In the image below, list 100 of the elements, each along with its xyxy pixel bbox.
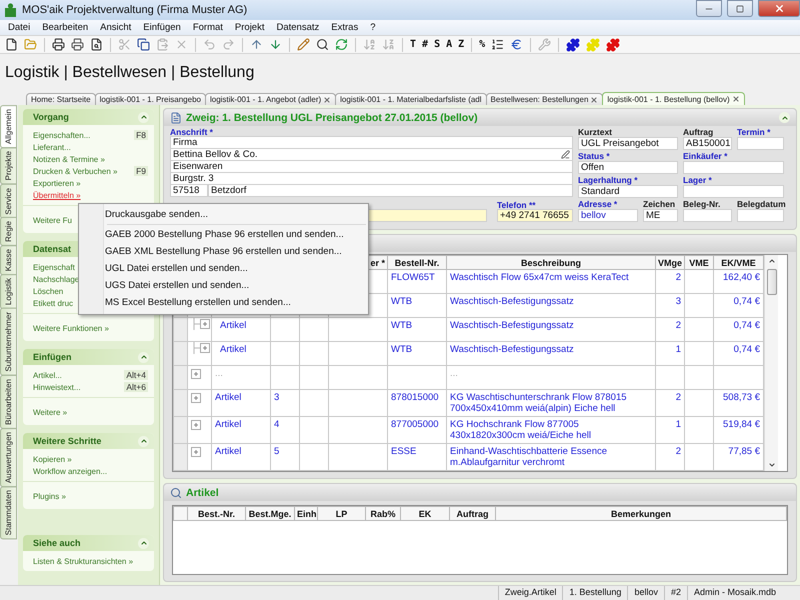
menu-item[interactable]: MS Excel Bestellung erstellen und senden... (79, 294, 368, 311)
search-icon[interactable] (316, 38, 329, 51)
task-link[interactable]: Workflow anzeigen... (33, 466, 108, 476)
side-tab[interactable]: Stammdaten (0, 486, 17, 540)
menu-item[interactable]: Datensatz (270, 22, 326, 33)
maximize-button[interactable] (727, 0, 753, 17)
collapse-icon[interactable] (138, 436, 149, 446)
printer-icon[interactable] (52, 38, 65, 51)
group-header[interactable]: Weitere Schritte (23, 433, 154, 449)
toolbar-button[interactable]: S (432, 36, 442, 52)
input-field[interactable]: Betzdorf (208, 184, 573, 197)
pen-icon[interactable] (561, 150, 570, 159)
input-field[interactable]: +49 2741 76655 (497, 209, 573, 222)
scroll-down-icon[interactable] (768, 461, 776, 469)
column-header[interactable]: EK/VME (714, 256, 764, 270)
column-header[interactable]: VME (684, 256, 714, 270)
column-header[interactable]: EK (400, 506, 450, 520)
side-tab[interactable]: Regie (0, 217, 17, 246)
task-link[interactable]: Listen & Strukturansichten » (33, 556, 134, 566)
task-link[interactable]: Notizen & Termine » (33, 154, 105, 164)
input-field[interactable]: ME (643, 209, 678, 222)
side-tab[interactable]: Subunternehmer (0, 308, 17, 376)
side-tab[interactable]: Kasse (0, 245, 17, 276)
collapse-icon[interactable] (138, 352, 149, 362)
copy-icon[interactable] (137, 38, 150, 51)
document-tab[interactable]: logistik-001 - 1. Preisangebo (94, 93, 206, 105)
folder-icon[interactable] (24, 38, 37, 51)
input-field[interactable] (683, 185, 784, 198)
document-tab[interactable]: logistik-001 - 1. Bestellung (bellov) (602, 92, 745, 105)
input-field[interactable] (683, 161, 784, 174)
puzzle-icon[interactable] (606, 38, 620, 52)
column-header[interactable]: Best.Mge. (246, 506, 294, 520)
task-link[interactable]: Löschen (33, 286, 64, 296)
numbering-icon[interactable] (491, 38, 504, 51)
side-tab[interactable]: Logistik (0, 274, 17, 310)
task-link[interactable]: Weitere Fu (33, 216, 72, 225)
task-link[interactable]: Nachschlage (33, 274, 80, 284)
document-tab[interactable]: logistik-001 - 1. Angebot (adler) (204, 93, 336, 105)
input-field[interactable]: AB150001 (683, 137, 732, 150)
tree-node-icon[interactable] (192, 342, 212, 354)
task-link[interactable]: Plugins » (33, 492, 66, 501)
arrow-down-icon[interactable] (269, 38, 282, 51)
document-tab[interactable]: logistik-001 - 1. Materialbedarfsliste (adl (335, 93, 487, 105)
document-tab[interactable]: Bestellwesen: Bestellungen (486, 93, 604, 105)
column-header[interactable]: VMge (656, 256, 684, 270)
task-link[interactable]: Weitere » (33, 408, 68, 417)
column-header[interactable]: Rab% (366, 506, 400, 520)
euro-icon[interactable] (510, 38, 524, 51)
expand-icon[interactable] (191, 420, 201, 430)
side-tab[interactable]: Büroarbeiten (0, 375, 17, 429)
task-link[interactable]: Etikett druc (33, 298, 74, 308)
input-field[interactable] (737, 137, 784, 150)
arrow-up-icon[interactable] (250, 38, 263, 51)
document-tab[interactable]: Home: Startseite (26, 93, 96, 105)
input-field[interactable]: UGL Preisangebot (578, 137, 678, 150)
column-header[interactable]: Einh (294, 506, 318, 520)
file-icon[interactable] (5, 38, 18, 51)
column-header[interactable]: Beschreibung (446, 256, 656, 270)
file-search-icon[interactable] (90, 38, 103, 51)
input-field[interactable] (683, 209, 732, 222)
scroll-thumb[interactable] (766, 269, 776, 295)
menu-item[interactable]: UGS Datei erstellen und senden... (79, 277, 368, 294)
menu-item[interactable]: Ansicht (94, 22, 138, 33)
menu-item[interactable]: GAEB 2000 Bestellung Phase 96 erstellen und senden... (79, 226, 368, 243)
scrollbar[interactable] (764, 255, 778, 471)
side-tab[interactable]: Service (0, 184, 17, 218)
task-link[interactable]: Lieferant... (33, 142, 71, 152)
menu-item[interactable]: Einfügen (137, 22, 187, 33)
expand-icon[interactable] (191, 393, 201, 403)
toolbar-button[interactable]: T (408, 36, 418, 52)
toolbar-button[interactable]: Z (456, 36, 466, 52)
menu-item[interactable]: GAEB XML Bestellung Phase 96 erstellen und senden... (79, 243, 368, 260)
pencil-icon[interactable] (297, 38, 310, 51)
collapse-icon[interactable] (138, 112, 149, 122)
expand-icon[interactable] (191, 447, 201, 457)
close-icon[interactable] (323, 96, 332, 104)
tree-node-icon[interactable] (192, 318, 212, 330)
scroll-up-icon[interactable] (768, 257, 776, 265)
collapse-icon[interactable] (779, 112, 790, 123)
close-icon[interactable] (732, 95, 740, 103)
column-header[interactable]: LP (318, 506, 366, 520)
task-link[interactable]: Eigenschaften... (33, 130, 90, 140)
task-link[interactable]: Drucken & Verbuchen » (33, 166, 118, 176)
menu-item[interactable]: ? (364, 22, 382, 33)
task-link[interactable]: Weitere Funktionen » (33, 324, 109, 333)
refresh-icon[interactable] (335, 38, 348, 51)
close-icon[interactable] (590, 96, 598, 104)
side-tab[interactable]: Auswertungen (0, 428, 17, 488)
expand-icon[interactable] (191, 369, 201, 379)
input-field[interactable]: 57518 (170, 184, 208, 197)
input-field[interactable] (737, 209, 784, 222)
task-link[interactable]: Kopieren » (33, 454, 72, 464)
column-header[interactable]: Best.-Nr. (188, 506, 246, 520)
input-field[interactable]: Firma (170, 136, 573, 149)
side-tab[interactable]: Allgemein (0, 105, 17, 148)
side-tab[interactable]: Projekte (0, 147, 17, 184)
task-link[interactable]: Artikel... (33, 370, 62, 380)
puzzle-icon[interactable] (566, 38, 580, 52)
menu-item[interactable]: Druckausgabe senden... (79, 206, 368, 223)
menu-item[interactable]: UGL Datei erstellen und senden... (79, 260, 368, 277)
